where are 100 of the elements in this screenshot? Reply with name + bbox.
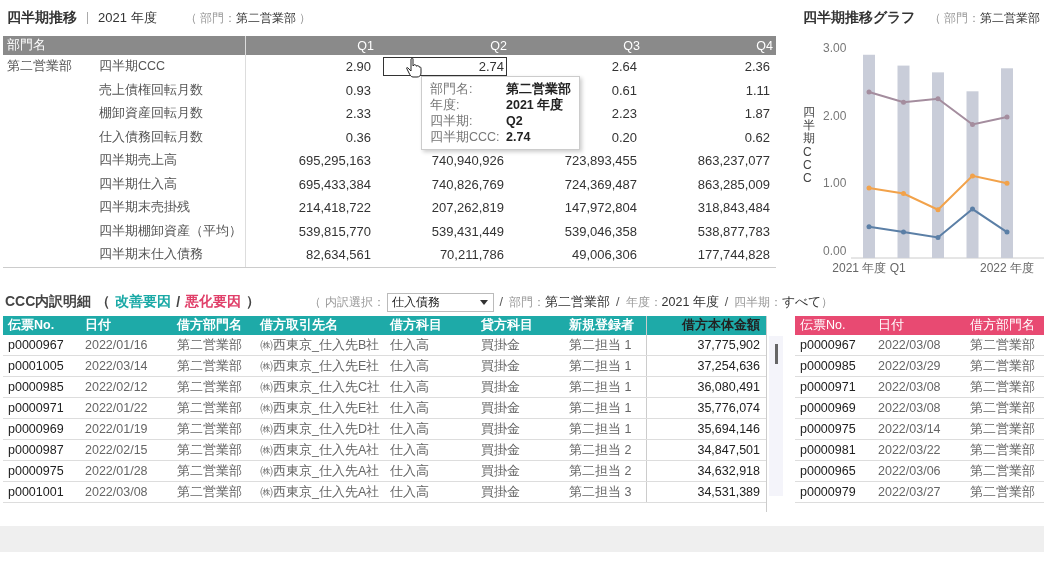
table-cell[interactable]: 177,744,828 (694, 245, 773, 265)
table-cell[interactable]: 82,634,561 (302, 245, 374, 265)
column-header: 借方取引先名 (258, 317, 339, 334)
table-cell[interactable]: 0.62 (741, 127, 773, 147)
column-header: Q2 (489, 37, 508, 55)
table-cell[interactable]: 70,211,786 (436, 245, 507, 265)
column-header: 借方部門名 (969, 317, 1036, 334)
table-cell[interactable]: 740,826,769 (428, 174, 507, 194)
table-cell[interactable]: 207,262,819 (428, 198, 507, 218)
table-cell-text: 2022/03/08 (877, 401, 942, 415)
scrollbar[interactable] (769, 336, 783, 496)
table-cell-text: 第二営業部 (969, 336, 1036, 354)
table-cell[interactable]: 538,877,783 (694, 221, 773, 241)
table-cell-text: 第二営業部 (176, 336, 243, 354)
data-point (901, 191, 906, 196)
table-cell[interactable]: 147,972,804 (561, 198, 640, 218)
table-cell-text: 買掛金 (480, 483, 521, 501)
table-cell-text: 仕入高 (389, 420, 430, 438)
chart-title: 四半期推移グラフ (803, 9, 915, 27)
table-cell: 36,080,491 (646, 377, 765, 397)
table-cell[interactable]: 863,285,009 (694, 174, 773, 194)
table-cell-text: p0000969 (7, 422, 65, 436)
table-cell-text: p0000969 (799, 401, 857, 415)
table-cell[interactable]: 2.23 (608, 104, 640, 124)
table-cell-text: 2022/03/22 (877, 443, 942, 457)
breakdown-dropdown[interactable]: 仕入債務 (386, 292, 494, 312)
table-cell-text: 買掛金 (480, 441, 521, 459)
table-cell: 37,254,636 (646, 356, 765, 376)
axis-label: 四半期CCC (803, 106, 815, 186)
data-point (970, 206, 975, 212)
table-cell-text: 2022/03/06 (877, 464, 942, 478)
table-cell-text: ㈱西東京_仕入先C社 (259, 378, 381, 396)
tooltip-label: 年度: (430, 97, 461, 113)
table-cell-text: 2022/03/08 (84, 485, 149, 499)
table-cell[interactable]: 0.93 (342, 80, 374, 100)
table-cell[interactable]: 863,237,077 (694, 151, 773, 171)
row-label: 四半期末仕入債務 (99, 246, 204, 264)
table-cell[interactable]: 695,433,384 (295, 174, 374, 194)
table-cell[interactable]: 2.36 (741, 57, 773, 77)
worsen-label: 悪化要因 (185, 293, 242, 311)
table-cell[interactable]: 539,815,770 (295, 221, 374, 241)
table-cell-text: ㈱西東京_仕入先E社 (259, 357, 381, 375)
table-cell[interactable]: 0.61 (608, 80, 640, 100)
table-cell[interactable]: 2.74 (383, 57, 507, 77)
data-point (866, 185, 872, 191)
table-cell-text: 第二営業部 (176, 462, 243, 480)
tick-label: 0.00 (823, 244, 847, 258)
table-cell-text: 2022/03/27 (877, 485, 942, 499)
table-cell-text: 第二担当 1 (568, 420, 633, 438)
table-cell-text: ㈱西東京_仕入先E社 (259, 399, 381, 417)
table-cell-text: ㈱西東京_仕入先D社 (259, 420, 381, 438)
table-cell-text: ㈱西東京_仕入先A社 (259, 462, 381, 480)
table-cell[interactable]: 723,893,455 (561, 151, 640, 171)
table-cell-text: 第二営業部 (969, 357, 1036, 375)
table-cell-text: 仕入高 (389, 462, 430, 480)
tooltip-value: 第二営業部 (506, 81, 571, 97)
table-cell-text: 第二担当 3 (568, 483, 633, 501)
table-cell-text: 2022/01/19 (84, 422, 149, 436)
data-point (901, 229, 906, 235)
table-cell[interactable]: 49,006,306 (568, 245, 640, 265)
improve-label: 改善要因 (115, 293, 172, 311)
table-cell-text: 仕入高 (389, 357, 430, 375)
slash: / (176, 294, 181, 310)
table-cell[interactable]: 0.20 (608, 127, 640, 147)
table-cell-text: p0000975 (7, 464, 65, 478)
table-cell[interactable]: 2.64 (608, 57, 640, 77)
row-label: 四半期仕入高 (99, 175, 178, 193)
table-cell[interactable]: 539,431,449 (428, 221, 507, 241)
table-cell: 37,775,902 (646, 335, 765, 355)
table-cell[interactable]: 2.33 (342, 104, 374, 124)
table-cell-text: 第二営業部 (969, 399, 1036, 417)
table-cell[interactable]: 318,843,484 (694, 198, 773, 218)
table-cell[interactable]: 740,940,926 (428, 151, 507, 171)
table-cell-text: 第二営業部 (176, 420, 243, 438)
table-cell-text: p0000985 (799, 359, 857, 373)
table-cell-text: 仕入高 (389, 483, 430, 501)
column-header: 日付 (877, 317, 905, 334)
table-cell-text: 2022/01/22 (84, 401, 149, 415)
table-cell[interactable]: 539,046,358 (561, 221, 640, 241)
table-cell: 34,847,501 (646, 440, 765, 460)
table-cell[interactable]: 0.36 (342, 127, 374, 147)
paren: ） (246, 293, 261, 311)
column-header: 日付 (84, 317, 112, 334)
table-cell-text: p0000967 (7, 338, 65, 352)
table-cell[interactable]: 724,369,487 (561, 174, 640, 194)
table-cell[interactable]: 2.90 (342, 57, 374, 77)
table-cell[interactable]: 1.87 (741, 104, 773, 124)
table-cell-text: p0000975 (799, 422, 857, 436)
table-cell-text: 買掛金 (480, 378, 521, 396)
table-cell[interactable]: 214,418,722 (295, 198, 374, 218)
table-cell-text: 2022/01/28 (84, 464, 149, 478)
table-cell[interactable]: 695,295,163 (295, 151, 374, 171)
table-cell[interactable]: 1.11 (742, 80, 773, 100)
column-header: 借方本体金額 (646, 316, 765, 335)
table-cell: 35,694,146 (646, 419, 765, 439)
tick-label: 2021 年度 Q1 (832, 261, 906, 275)
table-cell-text: 第二営業部 (969, 420, 1036, 438)
table-cell-text: p0000971 (7, 401, 65, 415)
table-cell-text: p0000979 (799, 485, 857, 499)
filter-label: （ 内訳選択： (309, 293, 385, 311)
